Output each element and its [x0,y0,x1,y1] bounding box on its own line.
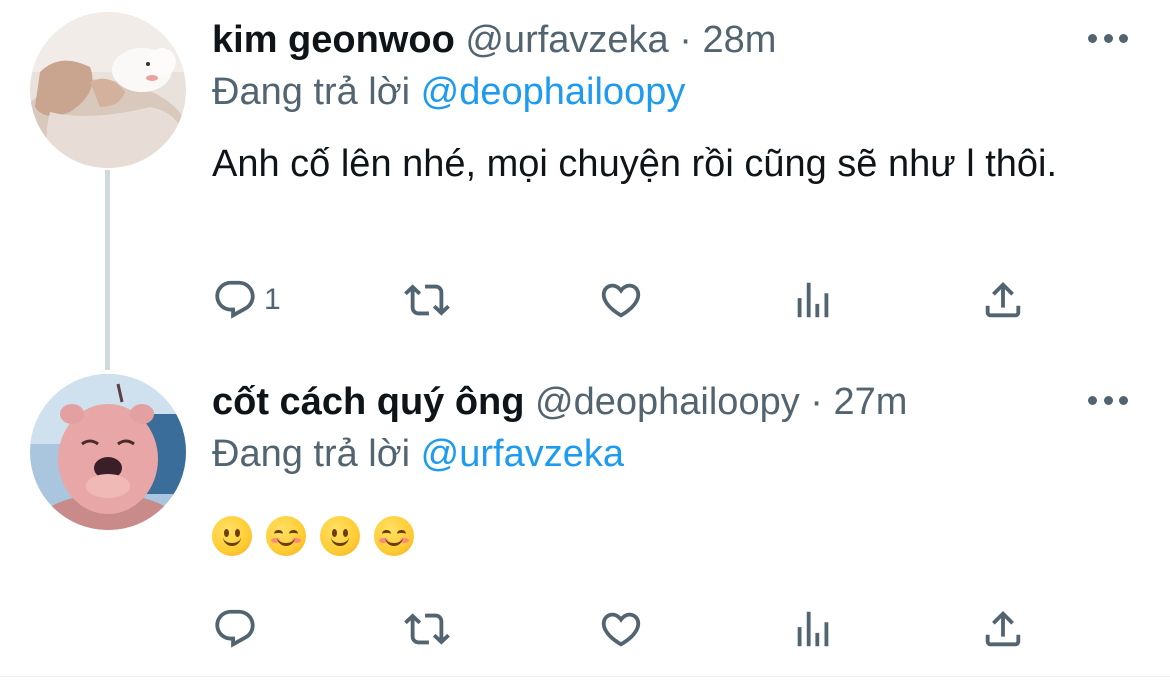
username-handle[interactable]: @deophailoopy [535,381,800,423]
share-icon [985,610,1021,647]
pink-beaver-avatar [30,374,186,530]
share-icon [985,281,1021,318]
more-icon[interactable] [1088,28,1128,48]
timestamp[interactable]: 28m [702,19,776,61]
tweet-header: cốt cách quý ông @deophailoopy · 27m [212,380,907,424]
puppy-photo-avatar [30,12,186,168]
avatar[interactable] [30,374,186,530]
smiling-face-icon [374,516,414,556]
tweet-header: kim geonwoo @urfavzeka · 28m [212,18,776,62]
retweet-icon [404,284,450,316]
tweet-emojis [212,516,414,560]
more-icon[interactable] [1088,390,1128,410]
share-button[interactable] [980,599,1026,659]
avatar[interactable] [30,12,186,168]
replying-prefix: Đang trả lời [212,433,411,475]
retweet-button[interactable] [404,599,450,659]
reply-icon [215,609,255,648]
separator-dot: · [679,19,692,61]
replying-to: Đang trả lời @deophailoopy [212,70,685,114]
replying-to: Đang trả lời @urfavzeka [212,432,624,476]
replying-prefix: Đang trả lời [212,71,411,113]
like-icon [601,612,641,647]
like-icon [601,283,641,318]
retweet-icon [404,613,450,645]
mention-link[interactable]: @urfavzeka [421,433,624,475]
analytics-icon [797,282,829,318]
slightly-smiling-face-icon [320,516,360,556]
like-button[interactable] [598,270,644,330]
tweet[interactable]: cốt cách quý ông @deophailoopy · 27m Đan… [0,370,1170,681]
smiling-face-icon [266,516,306,556]
mention-link[interactable]: @deophailoopy [421,71,686,113]
tweet[interactable]: kim geonwoo @urfavzeka · 28m Đang trả lờ… [0,0,1170,370]
reply-count: 1 [264,283,281,316]
tweet-actions [0,599,1170,659]
tweet-actions: 1 [0,270,1170,330]
analytics-icon [797,611,829,647]
divider [0,676,1170,677]
tweet-text: Anh cố lên nhé, mọi chuyện rồi cũng sẽ n… [212,143,1058,185]
separator-dot: · [810,381,823,423]
share-button[interactable] [980,270,1026,330]
display-name[interactable]: cốt cách quý ông [212,381,524,423]
slightly-smiling-face-icon [212,516,252,556]
like-button[interactable] [598,599,644,659]
reply-button[interactable] [212,599,264,659]
analytics-button[interactable] [790,599,836,659]
analytics-button[interactable] [790,270,836,330]
username-handle[interactable]: @urfavzeka [465,19,668,61]
timestamp[interactable]: 27m [834,381,908,423]
retweet-button[interactable] [404,270,450,330]
reply-button[interactable]: 1 [212,270,281,330]
display-name[interactable]: kim geonwoo [212,19,455,61]
reply-icon [215,280,255,319]
